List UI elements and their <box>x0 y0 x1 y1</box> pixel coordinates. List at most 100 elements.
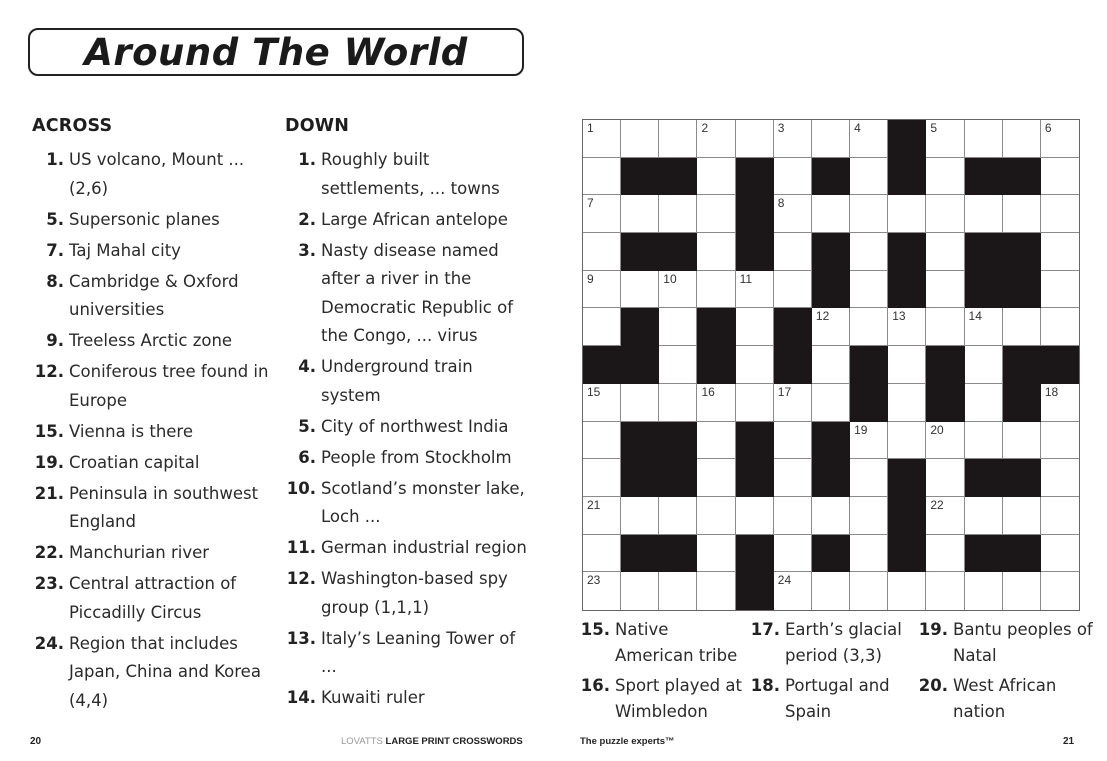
grid-cell[interactable] <box>697 496 736 535</box>
grid-cell[interactable]: 15 <box>583 383 622 422</box>
grid-cell[interactable] <box>926 459 965 497</box>
grid-cell[interactable] <box>659 195 698 234</box>
grid-cell[interactable] <box>926 195 965 234</box>
grid-cell[interactable] <box>697 572 736 610</box>
grid-cell[interactable] <box>964 496 1003 535</box>
grid-cell[interactable] <box>621 120 660 158</box>
grid-cell[interactable] <box>1002 120 1041 158</box>
grid-cell[interactable] <box>773 233 812 271</box>
grid-cell[interactable] <box>888 572 927 610</box>
grid-cell[interactable] <box>697 233 736 271</box>
grid-cell[interactable]: 12 <box>811 308 851 347</box>
grid-cell[interactable] <box>964 120 1003 158</box>
grid-cell[interactable] <box>1002 572 1041 610</box>
grid-cell[interactable] <box>926 233 965 271</box>
grid-cell[interactable] <box>659 308 698 347</box>
grid-cell[interactable]: 20 <box>926 421 965 460</box>
grid-cell[interactable] <box>773 459 812 497</box>
grid-cell[interactable] <box>964 421 1003 460</box>
grid-cell[interactable] <box>1040 459 1079 497</box>
grid-cell[interactable] <box>697 157 736 196</box>
grid-cell[interactable] <box>735 120 774 158</box>
grid-cell[interactable] <box>1040 534 1079 573</box>
grid-cell[interactable] <box>659 120 698 158</box>
grid-cell[interactable] <box>888 383 927 422</box>
grid-cell[interactable]: 22 <box>926 496 965 535</box>
grid-cell[interactable] <box>583 459 622 497</box>
grid-cell[interactable]: 1 <box>583 120 622 158</box>
grid-cell[interactable] <box>621 383 660 422</box>
grid-cell[interactable] <box>735 346 774 384</box>
grid-cell[interactable]: 6 <box>1040 120 1079 158</box>
grid-cell[interactable] <box>850 572 889 610</box>
grid-cell[interactable] <box>583 421 622 460</box>
grid-cell[interactable] <box>697 270 736 309</box>
grid-cell[interactable] <box>850 233 889 271</box>
grid-cell[interactable] <box>1040 270 1079 309</box>
grid-cell[interactable] <box>773 421 812 460</box>
grid-cell[interactable]: 10 <box>659 270 698 309</box>
grid-cell[interactable]: 16 <box>697 383 736 422</box>
grid-cell[interactable]: 24 <box>773 572 812 610</box>
grid-cell[interactable] <box>811 383 851 422</box>
grid-cell[interactable] <box>659 346 698 384</box>
grid-cell[interactable] <box>583 157 622 196</box>
grid-cell[interactable] <box>850 157 889 196</box>
grid-cell[interactable] <box>1002 421 1041 460</box>
grid-cell[interactable]: 11 <box>735 270 774 309</box>
grid-cell[interactable] <box>697 459 736 497</box>
grid-cell[interactable] <box>1002 308 1041 347</box>
grid-cell[interactable] <box>621 572 660 610</box>
grid-cell[interactable] <box>735 496 774 535</box>
grid-cell[interactable] <box>811 195 851 234</box>
grid-cell[interactable] <box>850 534 889 573</box>
grid-cell[interactable] <box>811 120 851 158</box>
grid-cell[interactable]: 7 <box>583 195 622 234</box>
grid-cell[interactable] <box>850 270 889 309</box>
grid-cell[interactable] <box>850 195 889 234</box>
grid-cell[interactable] <box>621 195 660 234</box>
grid-cell[interactable] <box>850 496 889 535</box>
grid-cell[interactable]: 8 <box>773 195 812 234</box>
grid-cell[interactable] <box>1002 496 1041 535</box>
grid-cell[interactable] <box>850 459 889 497</box>
grid-cell[interactable]: 3 <box>773 120 812 158</box>
grid-cell[interactable] <box>583 308 622 347</box>
grid-cell[interactable] <box>1040 233 1079 271</box>
grid-cell[interactable] <box>773 534 812 573</box>
grid-cell[interactable] <box>659 383 698 422</box>
grid-cell[interactable] <box>964 383 1003 422</box>
grid-cell[interactable] <box>926 308 965 347</box>
grid-cell[interactable] <box>621 270 660 309</box>
grid-cell[interactable] <box>621 496 660 535</box>
grid-cell[interactable] <box>811 496 851 535</box>
grid-cell[interactable] <box>888 421 927 460</box>
grid-cell[interactable] <box>811 572 851 610</box>
grid-cell[interactable] <box>926 270 965 309</box>
grid-cell[interactable] <box>773 157 812 196</box>
grid-cell[interactable] <box>1040 496 1079 535</box>
grid-cell[interactable] <box>773 270 812 309</box>
grid-cell[interactable]: 4 <box>850 120 889 158</box>
grid-cell[interactable]: 5 <box>926 120 965 158</box>
grid-cell[interactable] <box>850 308 889 347</box>
grid-cell[interactable] <box>697 195 736 234</box>
grid-cell[interactable]: 13 <box>888 308 927 347</box>
grid-cell[interactable] <box>1040 157 1079 196</box>
grid-cell[interactable] <box>964 572 1003 610</box>
grid-cell[interactable] <box>697 421 736 460</box>
grid-cell[interactable] <box>659 572 698 610</box>
grid-cell[interactable] <box>888 346 927 384</box>
grid-cell[interactable]: 21 <box>583 496 622 535</box>
grid-cell[interactable]: 2 <box>697 120 736 158</box>
grid-cell[interactable] <box>964 346 1003 384</box>
grid-cell[interactable]: 18 <box>1040 383 1079 422</box>
grid-cell[interactable] <box>1040 195 1079 234</box>
grid-cell[interactable] <box>926 572 965 610</box>
grid-cell[interactable]: 23 <box>583 572 622 610</box>
grid-cell[interactable] <box>659 496 698 535</box>
grid-cell[interactable] <box>811 346 851 384</box>
grid-cell[interactable] <box>1040 421 1079 460</box>
grid-cell[interactable] <box>697 534 736 573</box>
grid-cell[interactable] <box>926 534 965 573</box>
